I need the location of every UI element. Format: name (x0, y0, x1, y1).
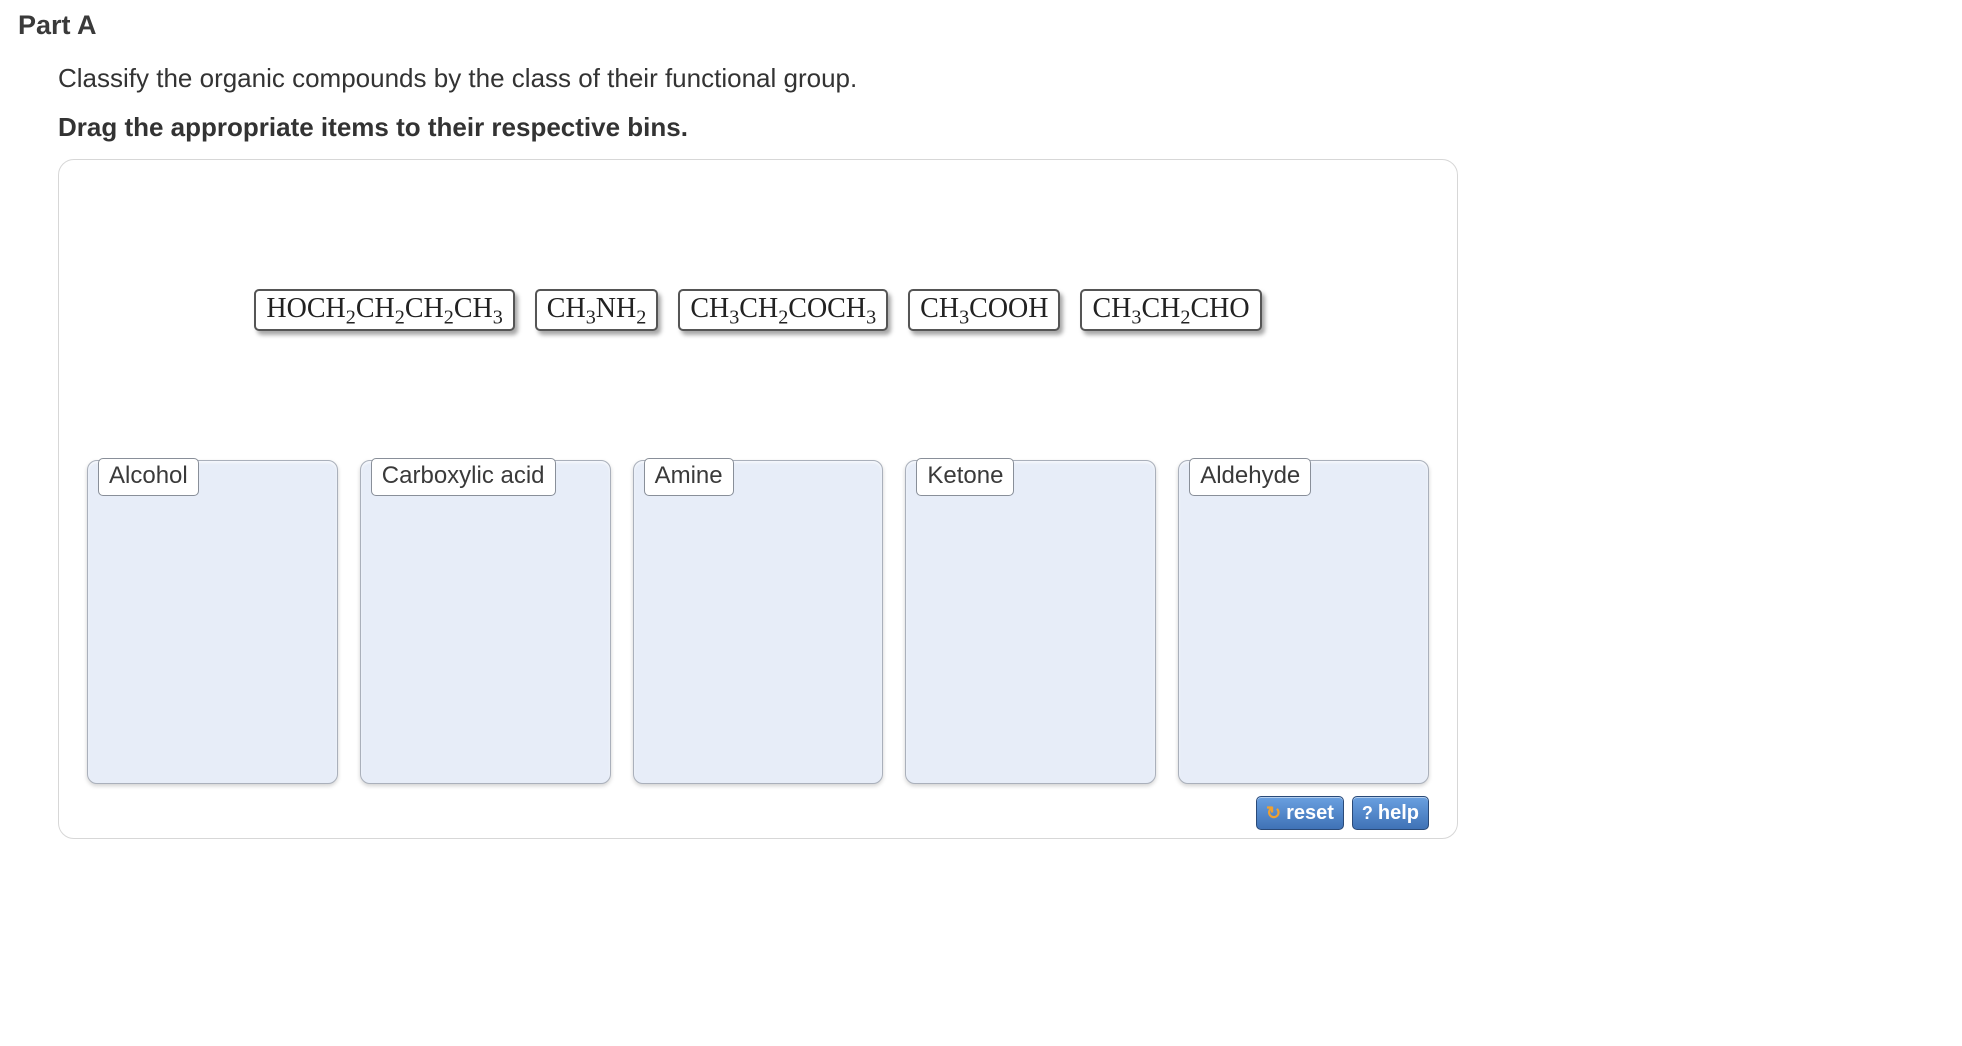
bin-ketone[interactable]: Ketone (905, 460, 1156, 784)
question-text: Classify the organic compounds by the cl… (58, 63, 1922, 94)
draggable-compound[interactable]: HOCH2CH2CH2CH3 (254, 289, 514, 331)
reset-button[interactable]: ↻ reset (1256, 796, 1344, 830)
question-page: Part A Classify the organic compounds by… (0, 0, 1962, 839)
draggable-compound[interactable]: CH3NH2 (535, 289, 659, 331)
controls-row: ↻ reset ? help (87, 796, 1429, 830)
reset-button-label: reset (1286, 802, 1334, 825)
draggable-compound[interactable]: CH3COOH (908, 289, 1060, 331)
bin-label: Ketone (916, 458, 1014, 496)
bin-label: Carboxylic acid (371, 458, 556, 496)
draggable-items-zone: HOCH2CH2CH2CH3 CH3NH2 CH3CH2COCH3 CH3COO… (87, 160, 1429, 460)
help-button[interactable]: ? help (1352, 796, 1429, 830)
reset-icon: ↻ (1266, 804, 1281, 822)
part-label: Part A (18, 10, 1922, 41)
drag-instructions: Drag the appropriate items to their resp… (58, 112, 1922, 143)
help-icon: ? (1362, 804, 1373, 822)
draggable-compound[interactable]: CH3CH2CHO (1080, 289, 1261, 331)
bin-aldehyde[interactable]: Aldehyde (1178, 460, 1429, 784)
drag-drop-activity: HOCH2CH2CH2CH3 CH3NH2 CH3CH2COCH3 CH3COO… (58, 159, 1458, 839)
bin-label: Amine (644, 458, 734, 496)
help-button-label: help (1378, 802, 1419, 825)
bin-alcohol[interactable]: Alcohol (87, 460, 338, 784)
bin-carboxylic-acid[interactable]: Carboxylic acid (360, 460, 611, 784)
draggable-compound[interactable]: CH3CH2COCH3 (678, 289, 888, 331)
bin-amine[interactable]: Amine (633, 460, 884, 784)
bin-label: Aldehyde (1189, 458, 1311, 496)
bin-label: Alcohol (98, 458, 199, 496)
bins-row: Alcohol Carboxylic acid Amine Ketone Ald… (87, 460, 1429, 784)
